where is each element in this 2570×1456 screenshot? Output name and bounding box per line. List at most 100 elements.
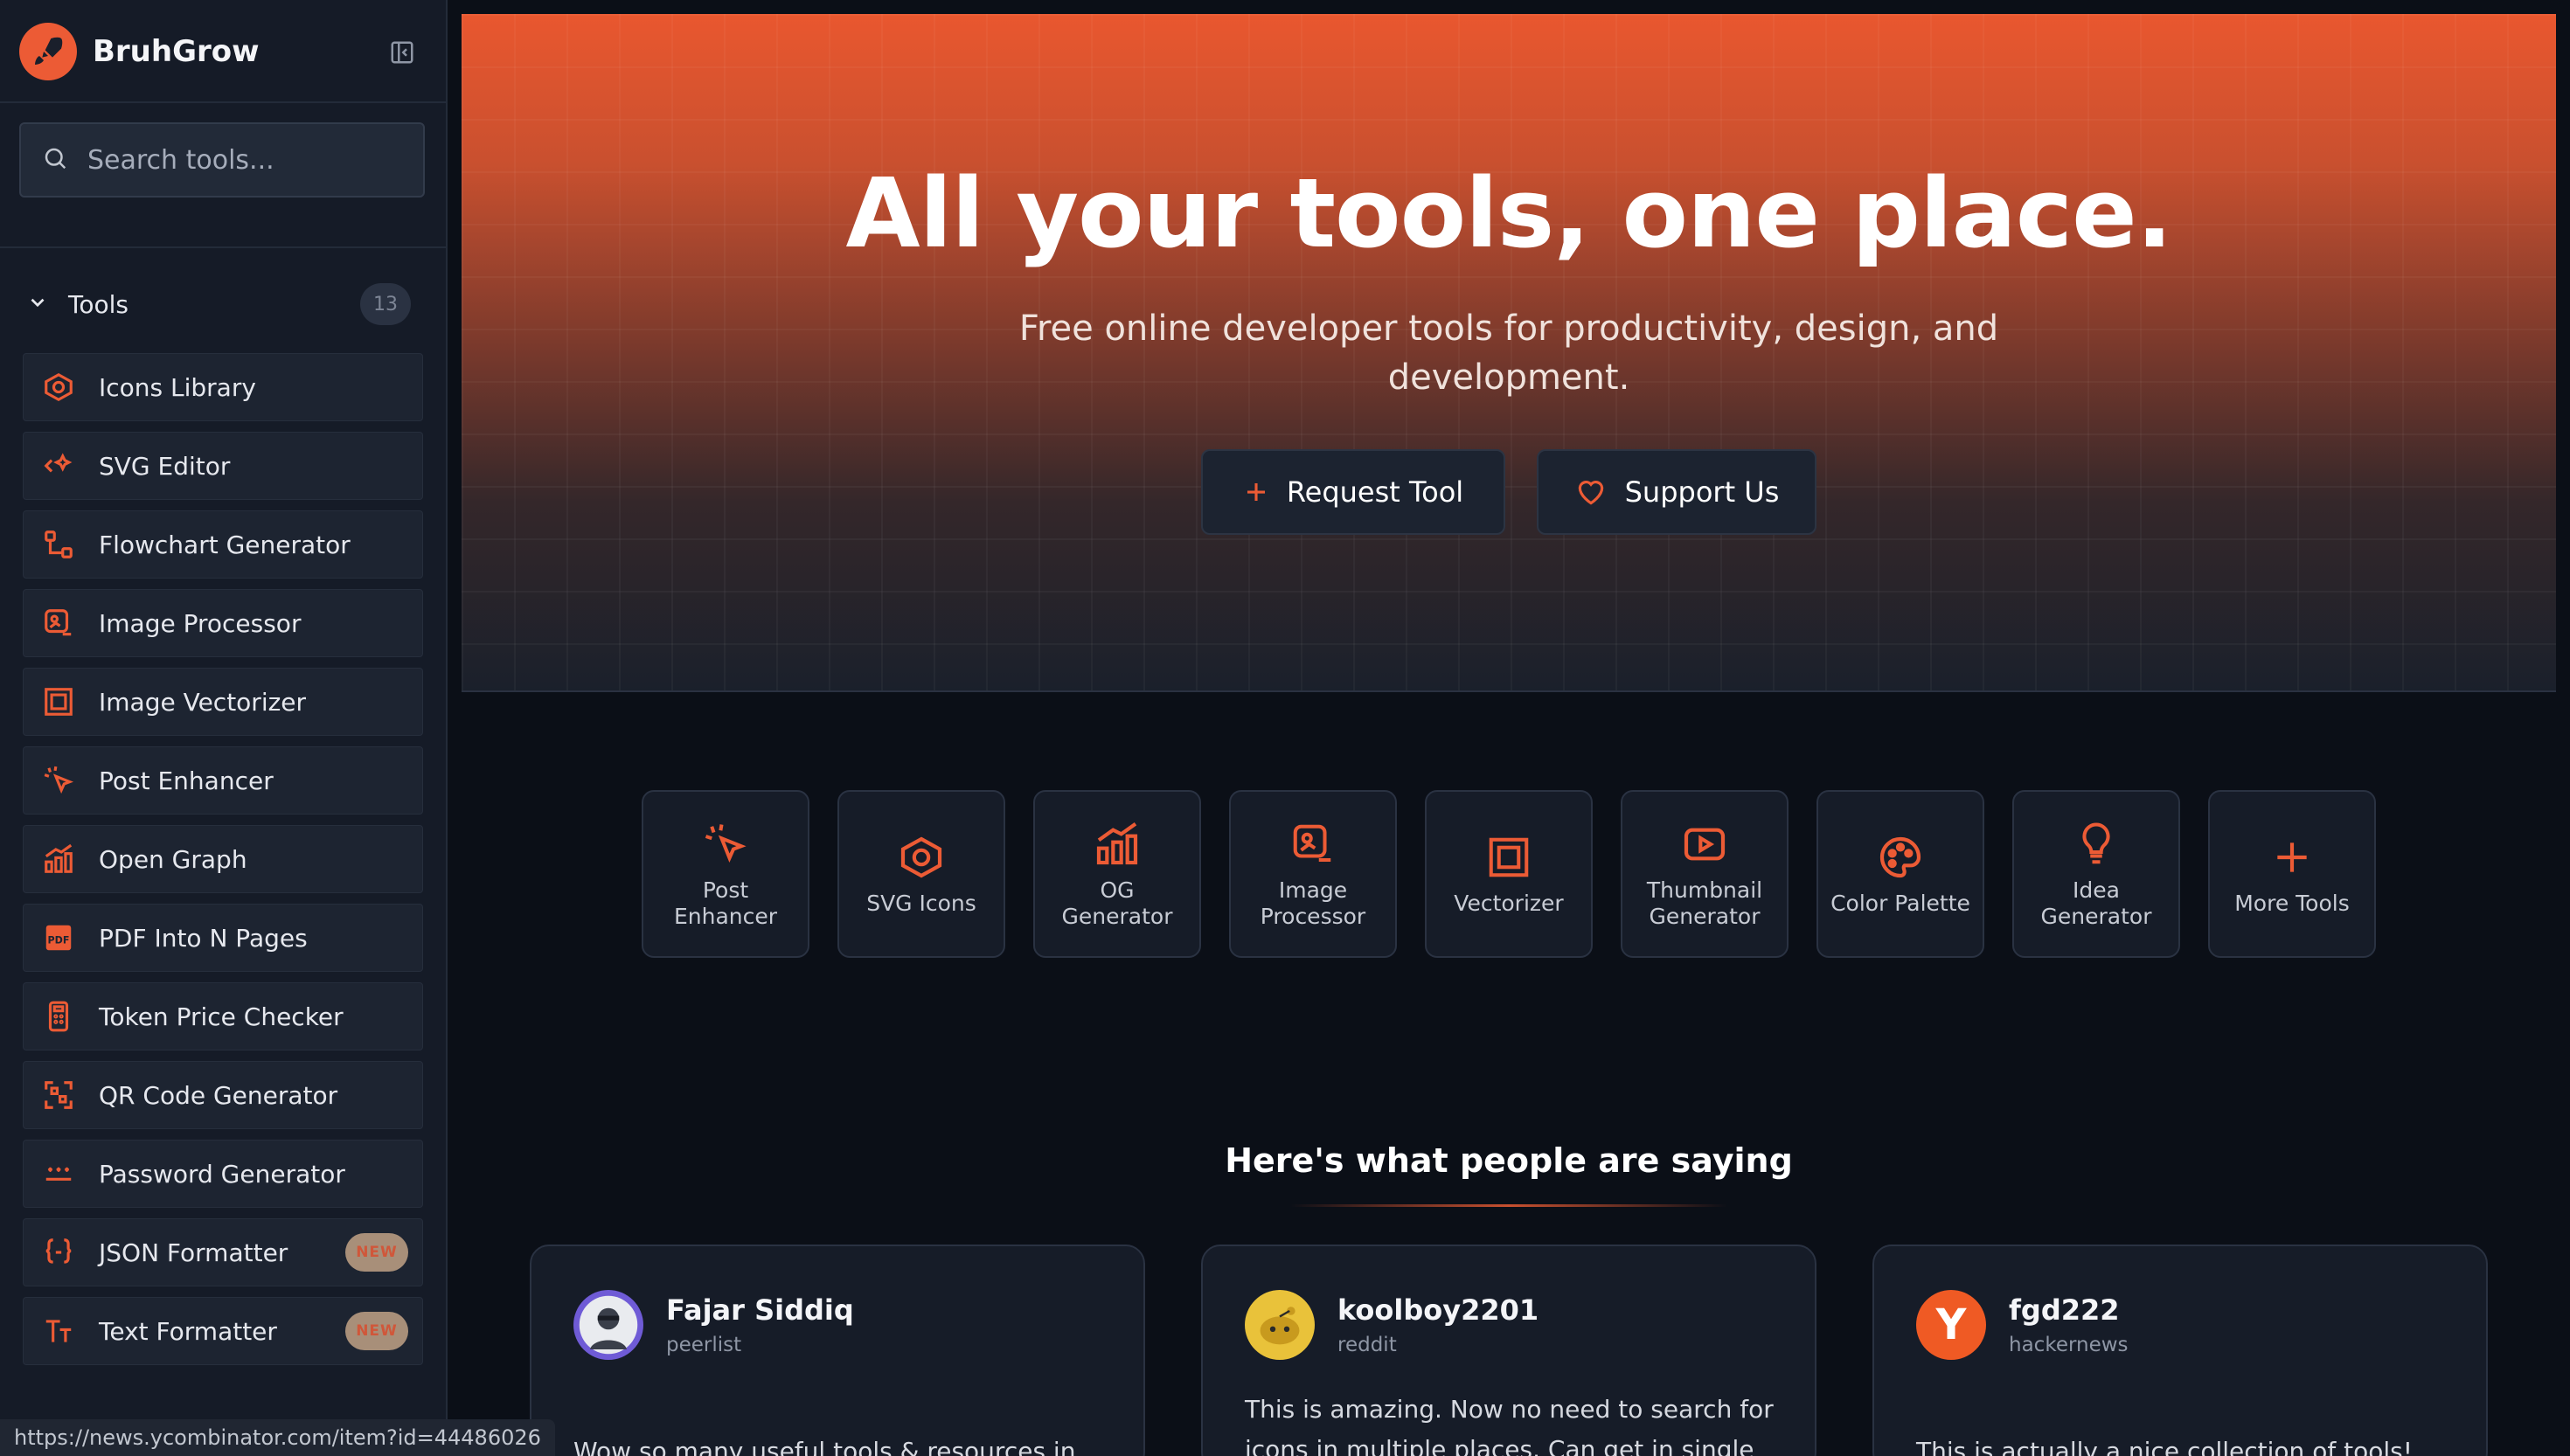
quick-tool-label: Image Processor — [1260, 877, 1366, 929]
sidebar-item-svg-editor[interactable]: SVG Editor — [23, 432, 423, 500]
sidebar-item-post-enhancer[interactable]: Post Enhancer — [23, 746, 423, 815]
quick-tool-label: SVG Icons — [866, 891, 976, 916]
sidebar-item-label: SVG Editor — [99, 451, 231, 481]
request-tool-button[interactable]: Request Tool — [1201, 449, 1505, 535]
hero-subtitle: Free online developer tools for producti… — [1018, 309, 1999, 398]
testimonial-card: Y fgd222 hackernews This is actually a n… — [1872, 1245, 2488, 1456]
search-icon — [42, 145, 68, 175]
divider — [462, 690, 2556, 692]
quick-tool-idea-generator[interactable]: Idea Generator — [2012, 790, 2180, 958]
sidebar-item-image-vectorizer[interactable]: Image Vectorizer — [23, 668, 423, 736]
testimonial-source: peerlist — [666, 1334, 742, 1356]
divider — [0, 101, 446, 103]
title-underline — [1290, 1204, 1727, 1207]
calculator-icon — [41, 999, 76, 1034]
sidebar-item-open-graph[interactable]: Open Graph — [23, 825, 423, 893]
app-root: BruhGrow Tools 13 — [0, 0, 2570, 1456]
bar-chart-icon — [41, 842, 76, 877]
testimonial-source: reddit — [1337, 1334, 1397, 1356]
rocket-logo-icon — [19, 23, 77, 80]
testimonial-source: hackernews — [2009, 1334, 2129, 1356]
sidebar-item-label: Open Graph — [99, 844, 247, 874]
text-type-icon — [41, 1314, 76, 1349]
sidebar-item-label: Text Formatter — [99, 1316, 277, 1346]
testimonials-title: Here's what people are saying — [1225, 1141, 1793, 1180]
image-edit-icon — [41, 606, 76, 641]
sidebar-item-text-formatter[interactable]: Text Formatter NEW — [23, 1297, 423, 1365]
sidebar-item-label: Icons Library — [99, 372, 256, 402]
sidebar-item-label: Post Enhancer — [99, 766, 274, 795]
braces-icon — [41, 1235, 76, 1270]
svg-text:PDF: PDF — [48, 934, 70, 946]
brand-name: BruhGrow — [93, 34, 260, 69]
cursor-click-icon — [702, 818, 749, 870]
avatar: Y — [1916, 1290, 1986, 1360]
quick-tool-vectorizer[interactable]: Vectorizer — [1425, 790, 1593, 958]
sidebar-item-label: Image Vectorizer — [99, 687, 307, 717]
quick-tool-image-processor[interactable]: Image Processor — [1229, 790, 1397, 958]
sidebar-item-json-formatter[interactable]: JSON Formatter NEW — [23, 1218, 423, 1286]
support-us-label: Support Us — [1624, 475, 1780, 509]
quick-tool-more-tools[interactable]: More Tools — [2208, 790, 2376, 958]
sidebar-item-label: Token Price Checker — [99, 1002, 344, 1031]
quick-tool-color-palette[interactable]: Color Palette — [1816, 790, 1984, 958]
testimonial-quote: This is actually a nice collection of to… — [1916, 1437, 2413, 1456]
new-badge: NEW — [345, 1312, 408, 1350]
new-badge: NEW — [345, 1233, 408, 1272]
eye-icon — [897, 831, 946, 884]
plus-icon — [1243, 479, 1269, 505]
tools-nav: Icons Library SVG Editor Flowchart Gener… — [23, 353, 423, 1376]
quick-tool-label: Vectorizer — [1454, 891, 1564, 916]
sidebar-item-password-generator[interactable]: Password Generator — [23, 1140, 423, 1208]
tools-section-header[interactable]: Tools 13 — [26, 280, 411, 329]
quick-tool-label: OG Generator — [1061, 877, 1173, 929]
quick-tool-label: Idea Generator — [2040, 877, 2152, 929]
testimonial-name: Fajar Siddiq — [666, 1293, 854, 1327]
sidebar-item-label: Flowchart Generator — [99, 530, 351, 559]
support-us-button[interactable]: Support Us — [1537, 449, 1816, 535]
sidebar-item-label: JSON Formatter — [99, 1238, 288, 1267]
quick-tool-og-generator[interactable]: OG Generator — [1033, 790, 1201, 958]
search-input[interactable] — [87, 144, 402, 176]
testimonial-card: koolboy2201 reddit This is amazing. Now … — [1201, 1245, 1816, 1456]
search-box[interactable] — [19, 122, 425, 198]
sidebar-item-label: Password Generator — [99, 1159, 345, 1189]
sidebar-item-label: QR Code Generator — [99, 1080, 338, 1110]
sidebar-item-token-price-checker[interactable]: Token Price Checker — [23, 982, 423, 1050]
sidebar-item-icons-library[interactable]: Icons Library — [23, 353, 423, 421]
flowchart-icon — [41, 527, 76, 562]
testimonial-name: fgd222 — [2009, 1293, 2120, 1327]
tools-count-badge: 13 — [360, 283, 411, 325]
testimonial-name: koolboy2201 — [1337, 1293, 1539, 1327]
quick-tool-label: More Tools — [2234, 891, 2350, 916]
section-title: Tools — [68, 289, 128, 319]
status-bar-url: https://news.ycombinator.com/item?id=444… — [0, 1419, 555, 1456]
sidebar-item-qr-code-generator[interactable]: QR Code Generator — [23, 1061, 423, 1129]
sidebar-item-image-processor[interactable]: Image Processor — [23, 589, 423, 657]
sidebar-item-label: Image Processor — [99, 608, 302, 638]
play-icon — [1680, 818, 1729, 870]
eye-icon — [41, 370, 76, 405]
collapse-sidebar-button[interactable] — [385, 35, 420, 70]
sidebar: BruhGrow Tools 13 — [0, 0, 448, 1456]
sidebar-item-pdf-into-n-pages[interactable]: PDF PDF Into N Pages — [23, 904, 423, 972]
divider — [0, 246, 446, 248]
hero-section: All your tools, one place. Free online d… — [462, 14, 2556, 692]
code-sparkle-icon — [41, 448, 76, 483]
chevron-down-icon — [26, 291, 49, 317]
vector-frame-icon — [41, 684, 76, 719]
lightbulb-icon — [2073, 818, 2120, 870]
quick-tool-svg-icons[interactable]: SVG Icons — [837, 790, 1005, 958]
quick-tool-label: Color Palette — [1830, 891, 1970, 916]
image-edit-icon — [1289, 818, 1337, 870]
quick-tool-thumbnail-generator[interactable]: Thumbnail Generator — [1621, 790, 1789, 958]
palette-icon — [1876, 831, 1925, 884]
quick-tool-post-enhancer[interactable]: Post Enhancer — [642, 790, 809, 958]
quick-tool-label: Thumbnail Generator — [1646, 877, 1763, 929]
password-icon — [41, 1156, 76, 1191]
cursor-click-icon — [41, 763, 76, 798]
vector-frame-icon — [1485, 831, 1532, 884]
request-tool-label: Request Tool — [1286, 475, 1464, 509]
brand[interactable]: BruhGrow — [19, 23, 421, 80]
sidebar-item-flowchart-generator[interactable]: Flowchart Generator — [23, 510, 423, 579]
